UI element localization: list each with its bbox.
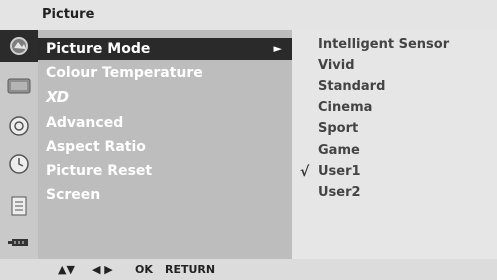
submenu-item-vivid[interactable]: Vivid	[318, 56, 355, 76]
menu-item-label: Colour Temperature	[46, 65, 203, 81]
menu-item-picture-mode[interactable]: Picture Mode ►	[38, 38, 292, 60]
submenu-arrow-icon: ►	[273, 42, 282, 55]
submenu-item-label: Standard	[318, 79, 386, 94]
sidebar-item-input[interactable]	[0, 226, 38, 258]
sidebar-item-screen[interactable]	[0, 70, 38, 102]
menu-item-label: Picture Reset	[46, 163, 153, 179]
submenu-item-user1[interactable]: √ User1	[300, 162, 361, 182]
page-title: Picture	[42, 7, 95, 22]
menu-item-xd[interactable]: XD	[38, 86, 292, 108]
menu-item-label: Aspect Ratio	[46, 139, 146, 155]
submenu-item-standard[interactable]: Standard	[318, 77, 385, 97]
menu-item-label: Advanced	[46, 115, 124, 131]
sidebar-item-time[interactable]	[0, 148, 38, 180]
submenu-item-label: Intelligent Sensor	[318, 37, 450, 52]
menu-item-aspect-ratio[interactable]: Aspect Ratio	[38, 136, 292, 158]
sidebar-item-audio[interactable]	[0, 110, 38, 142]
submenu-item-intelligent-sensor[interactable]: Intelligent Sensor	[318, 35, 449, 55]
menu-item-label: Picture Mode	[46, 41, 151, 57]
audio-icon	[9, 116, 29, 136]
menu-item-picture-reset[interactable]: Picture Reset	[38, 160, 292, 182]
footer-hint-bar: ▲▼ ◀ ▶ OK RETURN	[0, 259, 497, 280]
clock-icon	[9, 154, 29, 174]
option-icon	[11, 196, 27, 216]
submenu-panel: Intelligent Sensor Vivid Standard Cinema…	[292, 30, 497, 259]
menu-item-screen[interactable]: Screen	[38, 184, 292, 206]
check-mark-icon: √	[300, 164, 310, 180]
monitor-icon	[7, 78, 31, 94]
title-bar: Picture	[0, 0, 497, 30]
submenu-item-label: User2	[318, 185, 361, 200]
submenu-item-label: User1	[318, 164, 361, 179]
submenu-item-sport[interactable]: Sport	[318, 119, 358, 139]
sidebar-item-option[interactable]	[0, 190, 38, 222]
updown-arrows-icon: ▲▼	[58, 263, 75, 276]
submenu-item-label: Sport	[318, 121, 359, 136]
tv-menu-screen: Picture Picture Mode ► Colour Temperatur…	[0, 0, 497, 280]
submenu-item-label: Vivid	[318, 58, 355, 73]
leftright-arrows-icon: ◀ ▶	[92, 263, 113, 276]
submenu-item-label: Cinema	[318, 100, 373, 115]
sidebar-item-picture[interactable]	[0, 30, 38, 62]
submenu-item-cinema[interactable]: Cinema	[318, 98, 372, 118]
submenu-item-game[interactable]: Game	[318, 141, 360, 161]
menu-item-advanced[interactable]: Advanced	[38, 112, 292, 134]
ok-hint: OK	[135, 263, 153, 276]
submenu-item-label: Game	[318, 143, 360, 158]
menu-item-colour-temperature[interactable]: Colour Temperature	[38, 62, 292, 84]
picture-mode-icon	[10, 37, 28, 55]
menu-list: Picture Mode ► Colour Temperature XD Adv…	[38, 30, 292, 259]
xd-logo: XD	[46, 88, 69, 106]
input-icon	[8, 239, 28, 246]
return-hint: RETURN	[165, 263, 216, 276]
submenu-item-user2[interactable]: User2	[318, 183, 361, 203]
icon-sidebar	[0, 30, 38, 259]
menu-item-label: Screen	[46, 187, 101, 203]
